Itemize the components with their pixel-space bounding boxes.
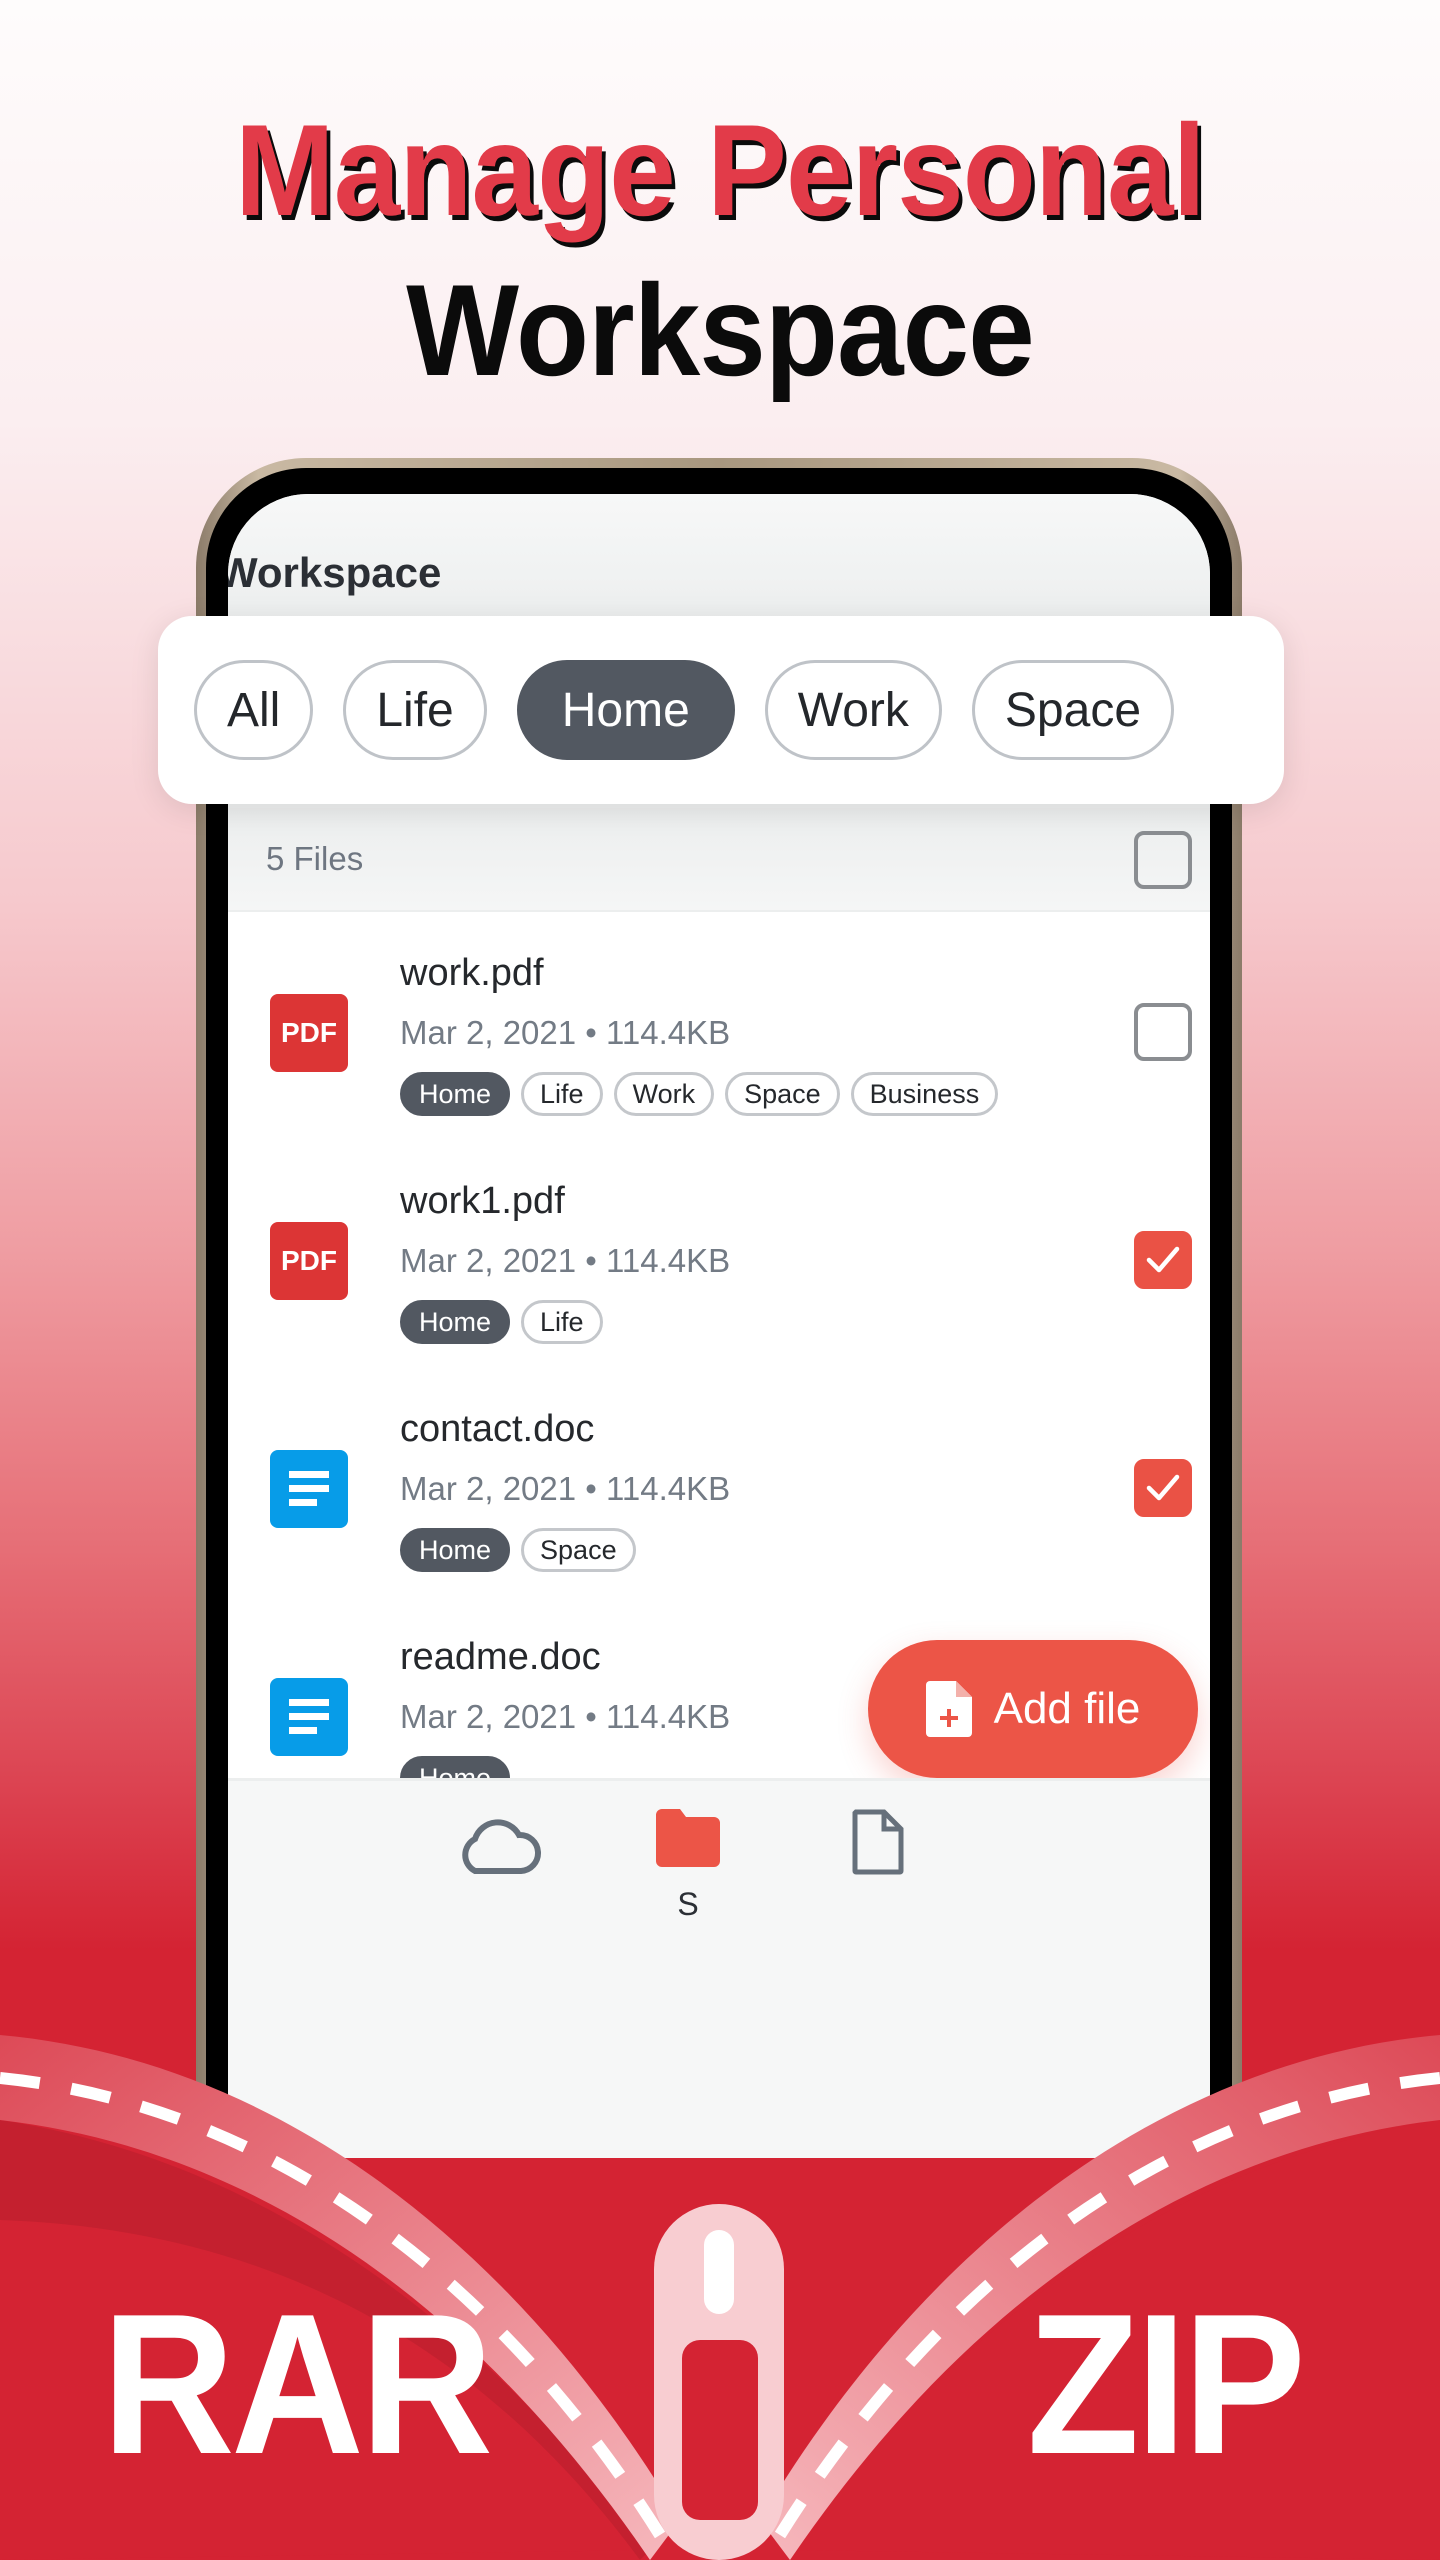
tag-home[interactable]: Home xyxy=(400,1072,511,1116)
check-icon xyxy=(1146,1246,1180,1273)
file-row[interactable]: PDF work1.pdf Mar 2, 2021 • 114.4KB Home Lif… xyxy=(228,1140,1210,1368)
headline-line-1: Manage Personal xyxy=(235,97,1206,243)
file-meta: Mar 2, 2021 • 114.4KB xyxy=(400,1470,731,1507)
tag-life[interactable]: Life xyxy=(521,1072,603,1116)
file-tags: Home Life Work Space Business xyxy=(400,1072,999,1116)
file-name: contact.doc xyxy=(400,1408,595,1450)
file-tags: Home Space xyxy=(400,1528,636,1572)
file-meta: Mar 2, 2021 • 114.4KB xyxy=(400,1698,731,1735)
file-add-icon xyxy=(925,1681,972,1737)
nav-item-files[interactable] xyxy=(818,1809,938,1880)
folder-icon xyxy=(656,1809,720,1867)
file-name: readme.doc xyxy=(400,1636,601,1678)
file-checkbox[interactable] xyxy=(1134,1459,1192,1517)
tag-home[interactable]: Home xyxy=(400,1528,511,1572)
tag-business[interactable]: Business xyxy=(850,1072,999,1116)
pdf-file-icon: PDF xyxy=(270,1222,348,1300)
brand-zip: ZIP xyxy=(1026,2273,1306,2496)
headline-line-2: Workspace xyxy=(406,257,1035,403)
files-header: 5 Files xyxy=(228,808,1210,912)
nav-label-storage: S xyxy=(677,1886,699,1922)
tag-life[interactable]: Life xyxy=(521,1300,603,1344)
filter-chip-all[interactable]: All xyxy=(194,660,314,760)
file-row[interactable]: PDF work.pdf Mar 2, 2021 • 114.4KB Home Life… xyxy=(228,912,1210,1140)
file-row[interactable]: contact.doc Mar 2, 2021 • 114.4KB Home Spac… xyxy=(228,1368,1210,1596)
file-checkbox[interactable] xyxy=(1134,1231,1192,1289)
doc-icon-glyph xyxy=(289,1699,329,1734)
filter-chip-space[interactable]: Space xyxy=(971,660,1175,760)
cloud-icon xyxy=(462,1819,542,1874)
file-tags: HomeLife xyxy=(400,1300,603,1344)
tag-space[interactable]: Space xyxy=(521,1528,636,1572)
check-icon xyxy=(1146,1474,1180,1501)
file-icon xyxy=(852,1809,904,1875)
file-meta: Mar 2, 2021 • 114.4KB xyxy=(400,1014,731,1051)
file-meta: Mar 2, 2021 • 114.4KB xyxy=(400,1242,731,1279)
file-name: work.pdf xyxy=(400,952,544,994)
file-checkbox[interactable] xyxy=(1134,1003,1192,1061)
tag-work[interactable]: Work xyxy=(613,1072,715,1116)
app-bar: Workspace xyxy=(228,494,1210,624)
select-all-checkbox[interactable] xyxy=(1134,831,1192,889)
filter-chip-work[interactable]: Work xyxy=(764,660,942,760)
filter-chips: All Life Home Work Space xyxy=(158,616,1284,804)
add-file-button[interactable]: Add file xyxy=(868,1640,1198,1778)
app-title: Workspace xyxy=(228,549,442,596)
files-count: 5 Files xyxy=(266,840,364,877)
filter-chip-home[interactable]: Home xyxy=(516,660,735,760)
doc-file-icon xyxy=(270,1450,348,1528)
tag-home[interactable]: Home xyxy=(400,1300,511,1344)
pdf-file-icon: PDF xyxy=(270,994,348,1072)
doc-file-icon xyxy=(270,1678,348,1756)
nav-item-cloud[interactable] xyxy=(438,1809,558,1884)
brand-rar: RAR xyxy=(101,2273,493,2496)
tag-space[interactable]: Space xyxy=(725,1072,840,1116)
doc-icon-glyph xyxy=(289,1471,329,1506)
filter-chip-life[interactable]: Life xyxy=(343,660,487,760)
promo-headline: Manage Personal Workspace xyxy=(0,105,1440,395)
file-name: work1.pdf xyxy=(400,1180,565,1222)
nav-item-storage[interactable]: S xyxy=(628,1809,748,1923)
add-file-label: Add file xyxy=(993,1684,1141,1733)
